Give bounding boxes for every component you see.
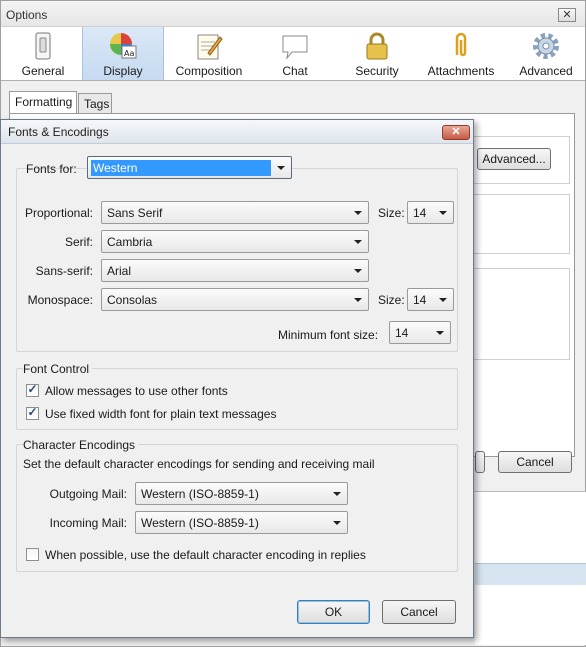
styles-group-box xyxy=(470,268,570,360)
incoming-encoding-select[interactable]: Western (ISO-8859-1) xyxy=(135,511,348,534)
monospace-size-value: 14 xyxy=(413,293,427,307)
chevron-down-icon xyxy=(333,492,341,496)
chevron-down-icon xyxy=(354,298,362,302)
preferences-toolbar: General Aa Display Composition Chat Secu… xyxy=(1,27,585,81)
pane-label: Attachments xyxy=(427,64,495,78)
chevron-down-icon xyxy=(333,521,341,525)
default-encoding-replies-label[interactable]: When possible, use the default character… xyxy=(45,548,366,562)
speech-bubble-icon xyxy=(280,31,310,61)
light-switch-icon xyxy=(28,31,58,61)
chevron-down-icon xyxy=(439,211,447,215)
pane-display[interactable]: Aa Display xyxy=(82,27,164,80)
pane-chat[interactable]: Chat xyxy=(267,27,323,80)
proportional-label: Proportional: xyxy=(24,206,93,220)
pane-general[interactable]: General xyxy=(15,27,71,80)
gear-icon xyxy=(531,31,561,61)
pane-label: Chat xyxy=(282,64,308,78)
sans-serif-font-value: Arial xyxy=(107,264,132,278)
fonts-encodings-dialog: Fonts & Encodings ✕ Fonts for: Western P… xyxy=(0,119,474,638)
monospace-size-label: Size: xyxy=(378,293,405,307)
dialog-titlebar: Fonts & Encodings ✕ xyxy=(1,120,473,144)
color-wheel-icon: Aa xyxy=(108,31,138,61)
monospace-size-select[interactable]: 14 xyxy=(407,288,454,311)
pane-label: Security xyxy=(355,64,399,78)
svg-text:Aa: Aa xyxy=(124,49,134,58)
options-ok-button-partial[interactable] xyxy=(475,451,485,473)
proportional-font-select[interactable]: Sans Serif xyxy=(101,201,369,224)
allow-other-fonts-checkbox[interactable]: ✓ xyxy=(26,382,39,397)
fixed-width-font-label[interactable]: Use fixed width font for plain text mess… xyxy=(45,407,276,421)
incoming-encoding-value: Western (ISO-8859-1) xyxy=(141,516,259,530)
proportional-size-value: 14 xyxy=(413,206,427,220)
chevron-down-icon xyxy=(354,211,362,215)
pane-advanced[interactable]: Advanced xyxy=(515,27,577,80)
tab-formatting[interactable]: Formatting xyxy=(9,91,77,114)
chevron-down-icon xyxy=(436,331,444,335)
notepad-pencil-icon xyxy=(194,31,224,61)
outgoing-encoding-select[interactable]: Western (ISO-8859-1) xyxy=(135,482,348,505)
chevron-down-icon xyxy=(439,298,447,302)
monospace-font-value: Consolas xyxy=(107,293,158,307)
default-encoding-replies-checkbox[interactable] xyxy=(26,548,39,561)
fonts-for-label: Fonts for: xyxy=(26,162,77,176)
incoming-mail-label: Incoming Mail: xyxy=(49,516,127,530)
dialog-title: Fonts & Encodings xyxy=(8,125,109,139)
pane-label: Display xyxy=(103,64,143,78)
monospace-label: Monospace: xyxy=(27,293,93,307)
cancel-button[interactable]: Cancel xyxy=(382,600,456,624)
fonts-for-select[interactable]: Western xyxy=(87,156,292,179)
background-window-lower xyxy=(475,585,586,645)
proportional-size-select[interactable]: 14 xyxy=(407,201,454,224)
chevron-down-icon xyxy=(354,269,362,273)
sans-serif-label: Sans-serif: xyxy=(35,264,93,278)
tab-tags[interactable]: Tags xyxy=(78,93,112,114)
min-font-size-select[interactable]: 14 xyxy=(389,321,451,344)
encodings-description: Set the default character encodings for … xyxy=(23,457,375,471)
monospace-font-select[interactable]: Consolas xyxy=(101,288,369,311)
chevron-down-icon xyxy=(354,240,362,244)
pane-attachments[interactable]: Attachments xyxy=(425,27,497,80)
options-titlebar: Options ✕ xyxy=(1,1,585,27)
padlock-icon xyxy=(362,31,392,61)
min-font-size-value: 14 xyxy=(395,326,409,340)
min-font-size-label: Minimum font size: xyxy=(278,328,379,342)
serif-font-value: Cambria xyxy=(107,235,153,249)
checkmark-icon: ✓ xyxy=(27,382,38,396)
allow-other-fonts-label[interactable]: Allow messages to use other fonts xyxy=(45,384,228,398)
options-close-button[interactable]: ✕ xyxy=(558,8,576,22)
paperclip-icon xyxy=(446,31,476,61)
background-window-area xyxy=(475,491,586,563)
pane-composition[interactable]: Composition xyxy=(171,27,247,80)
options-cancel-button[interactable]: Cancel xyxy=(498,451,572,473)
dialog-close-button[interactable]: ✕ xyxy=(442,125,470,140)
serif-font-select[interactable]: Cambria xyxy=(101,230,369,253)
colors-group-box xyxy=(470,194,570,254)
fonts-for-value: Western xyxy=(91,160,271,176)
pane-label: Advanced xyxy=(519,64,573,78)
outgoing-encoding-value: Western (ISO-8859-1) xyxy=(141,487,259,501)
pane-label: Composition xyxy=(175,64,243,78)
proportional-font-value: Sans Serif xyxy=(107,206,163,220)
outgoing-mail-label: Outgoing Mail: xyxy=(49,487,127,501)
serif-label: Serif: xyxy=(64,235,93,249)
proportional-size-label: Size: xyxy=(378,206,405,220)
pane-label: General xyxy=(21,64,65,78)
options-title: Options xyxy=(6,8,48,22)
fixed-width-font-checkbox[interactable]: ✓ xyxy=(26,405,39,420)
chevron-down-icon xyxy=(277,166,285,170)
pane-security[interactable]: Security xyxy=(349,27,405,80)
ok-button[interactable]: OK xyxy=(297,600,370,624)
checkmark-icon: ✓ xyxy=(27,405,38,419)
advanced-fonts-button[interactable]: Advanced... xyxy=(477,148,551,170)
font-control-heading: Font Control xyxy=(23,362,93,376)
character-encodings-heading: Character Encodings xyxy=(23,438,139,452)
sans-serif-font-select[interactable]: Arial xyxy=(101,259,369,282)
background-window-strip xyxy=(475,563,586,585)
